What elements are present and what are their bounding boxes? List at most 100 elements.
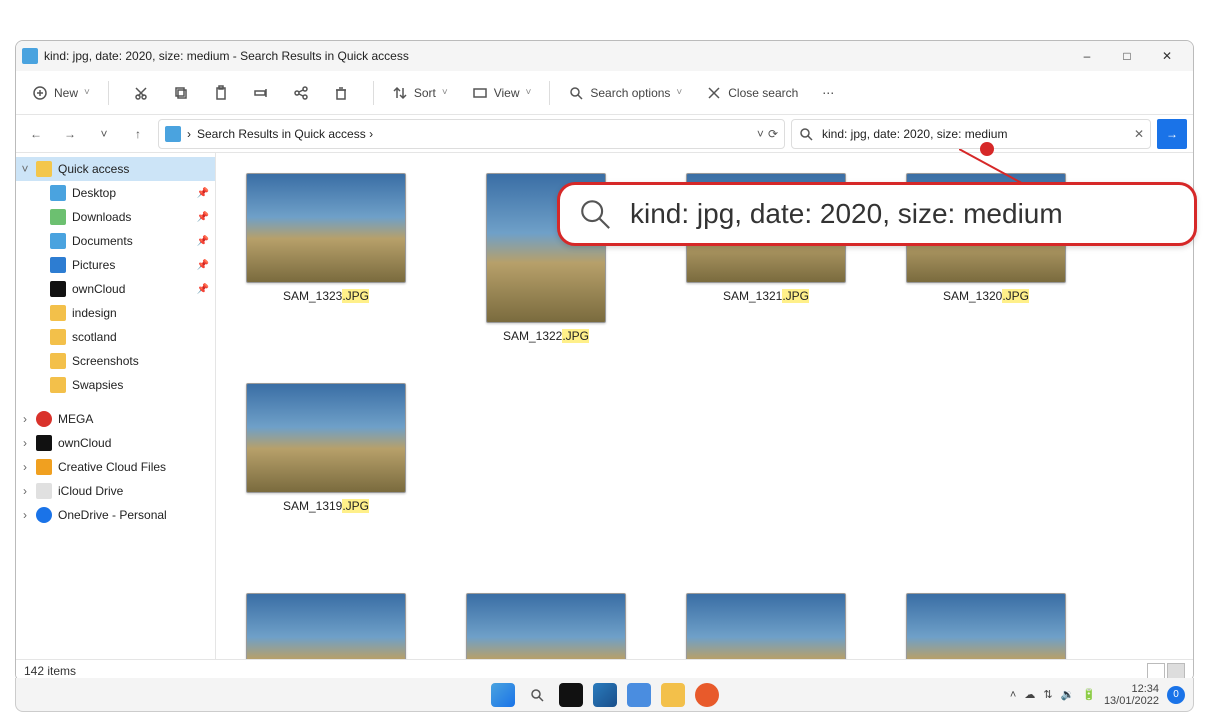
taskbar-time: 12:34 <box>1104 683 1159 695</box>
callout-text: kind: jpg, date: 2020, size: medium <box>630 198 1063 230</box>
sidebar-item-label: Downloads <box>72 210 131 224</box>
tray-chevron-icon[interactable]: ˄ <box>1010 689 1016 701</box>
separator <box>108 81 109 105</box>
maximize-button[interactable]: □ <box>1107 41 1147 71</box>
result-thumbnail[interactable]: SAM_1319.JPG <box>246 383 406 513</box>
cut-button[interactable] <box>123 77 159 109</box>
sidebar-item-desktop[interactable]: Desktop📌 <box>16 181 215 205</box>
delete-button[interactable] <box>323 77 359 109</box>
sort-button[interactable]: Sort ˅ <box>382 77 458 109</box>
sidebar-item-label: Creative Cloud Files <box>58 460 166 474</box>
search-go-button[interactable]: → <box>1157 119 1187 149</box>
paste-button[interactable] <box>203 77 239 109</box>
copy-button[interactable] <box>163 77 199 109</box>
expand-icon[interactable]: › <box>20 412 30 426</box>
taskbar-date: 13/01/2022 <box>1104 695 1159 707</box>
sidebar-item-pictures[interactable]: Pictures📌 <box>16 253 215 277</box>
sidebar-item-creative-cloud-files[interactable]: › Creative Cloud Files <box>16 455 215 479</box>
address-dropdown[interactable]: ˅ <box>757 127 764 141</box>
taskbar-explorer-button[interactable] <box>661 683 685 707</box>
copy-icon <box>173 85 189 101</box>
onedrive-tray-icon[interactable]: ☁ <box>1024 688 1035 701</box>
file-extension-highlight: .JPG <box>342 289 369 303</box>
recent-locations-button[interactable]: ˅ <box>90 120 118 148</box>
breadcrumb-separator: › <box>187 127 191 141</box>
task-view-button[interactable] <box>559 683 583 707</box>
thumbnail-caption: SAM_1320.JPG <box>906 289 1066 303</box>
chat-button[interactable] <box>627 683 651 707</box>
navigation-pane[interactable]: ˅ Quick access Desktop📌Downloads📌Documen… <box>16 153 216 659</box>
folder-icon <box>50 353 66 369</box>
search-icon <box>578 197 612 231</box>
result-thumbnail[interactable]: SAM_1323.JPG <box>246 173 406 343</box>
volume-tray-icon[interactable]: 🔉 <box>1061 688 1075 701</box>
taskbar-clock[interactable]: 12:34 13/01/2022 <box>1104 683 1159 707</box>
expand-icon[interactable]: ˅ <box>20 162 30 176</box>
forward-button[interactable]: → <box>56 120 84 148</box>
sidebar-item-downloads[interactable]: Downloads📌 <box>16 205 215 229</box>
details-view-button[interactable] <box>1147 663 1165 679</box>
rename-button[interactable] <box>243 77 279 109</box>
close-button[interactable]: ✕ <box>1147 41 1187 71</box>
notifications-button[interactable]: 0 <box>1167 686 1185 704</box>
refresh-button[interactable]: ⟳ <box>768 127 778 141</box>
search-input[interactable] <box>820 126 1128 142</box>
expand-icon[interactable]: › <box>20 460 30 474</box>
system-tray[interactable]: ˄ ☁ ⇅ 🔉 🔋 12:34 13/01/2022 0 <box>1010 683 1185 707</box>
view-button[interactable]: View ˅ <box>462 77 542 109</box>
result-thumbnail[interactable]: SAM_1317.JPG <box>466 593 626 659</box>
view-switcher[interactable] <box>1147 663 1185 679</box>
sidebar-item-label: ownCloud <box>58 436 111 450</box>
back-button[interactable]: ← <box>22 120 50 148</box>
sidebar-item-screenshots[interactable]: Screenshots <box>16 349 215 373</box>
taskbar-brave-button[interactable] <box>695 683 719 707</box>
close-search-button[interactable]: Close search <box>696 77 808 109</box>
network-tray-icon[interactable]: ⇅ <box>1043 688 1052 701</box>
clear-search-button[interactable]: ✕ <box>1134 127 1144 141</box>
new-label: New <box>54 86 78 100</box>
widgets-button[interactable] <box>593 683 617 707</box>
sidebar-item-swapsies[interactable]: Swapsies <box>16 373 215 397</box>
sidebar-item-icloud-drive[interactable]: ›iCloud Drive <box>16 479 215 503</box>
sidebar-item-label: Pictures <box>72 258 115 272</box>
result-thumbnail[interactable]: SAM_1316.JPG <box>686 593 846 659</box>
search-box[interactable]: ✕ <box>791 119 1151 149</box>
address-bar[interactable]: › Search Results in Quick access › ˅ ⟳ <box>158 119 785 149</box>
start-button[interactable] <box>491 683 515 707</box>
file-basename: SAM_1323 <box>283 289 342 303</box>
minimize-button[interactable]: – <box>1067 41 1107 71</box>
folder-icon <box>50 377 66 393</box>
sidebar-item-label: indesign <box>72 306 117 320</box>
sidebar-item-onedrive---personal[interactable]: ›OneDrive - Personal <box>16 503 215 527</box>
location-icon <box>165 126 181 142</box>
folder-icon <box>50 209 66 225</box>
search-callout: kind: jpg, date: 2020, size: medium <box>557 182 1197 246</box>
new-button[interactable]: New ˅ <box>22 77 100 109</box>
thumbnails-view-button[interactable] <box>1167 663 1185 679</box>
sidebar-item-owncloud[interactable]: ownCloud📌 <box>16 277 215 301</box>
sidebar-item-mega[interactable]: ›MEGA <box>16 407 215 431</box>
sidebar-item-quick-access[interactable]: ˅ Quick access <box>16 157 215 181</box>
notifications-count: 0 <box>1173 689 1179 700</box>
expand-icon[interactable]: › <box>20 436 30 450</box>
taskbar-search-button[interactable] <box>525 683 549 707</box>
result-thumbnail[interactable]: SAM_1318.JPG <box>246 593 406 659</box>
sidebar-item-documents[interactable]: Documents📌 <box>16 229 215 253</box>
battery-tray-icon[interactable]: 🔋 <box>1082 688 1096 701</box>
thumbnail-image <box>246 173 406 283</box>
expand-icon[interactable]: › <box>20 508 30 522</box>
sidebar-item-owncloud[interactable]: › ownCloud <box>16 431 215 455</box>
up-button[interactable]: ↑ <box>124 120 152 148</box>
breadcrumb[interactable]: Search Results in Quick access › <box>197 127 751 141</box>
search-options-button[interactable]: Search options ˅ <box>558 77 692 109</box>
more-button[interactable]: ⋯ <box>812 77 844 109</box>
sidebar-item-scotland[interactable]: scotland <box>16 325 215 349</box>
share-button[interactable] <box>283 77 319 109</box>
thumbnail-caption: SAM_1319.JPG <box>246 499 406 513</box>
chevron-down-icon: ˅ <box>442 87 448 98</box>
result-thumbnail[interactable]: SAM_1315.JPG <box>906 593 1066 659</box>
expand-icon[interactable]: › <box>20 484 30 498</box>
sidebar-item-indesign[interactable]: indesign <box>16 301 215 325</box>
folder-icon <box>50 281 66 297</box>
close-search-icon <box>706 85 722 101</box>
